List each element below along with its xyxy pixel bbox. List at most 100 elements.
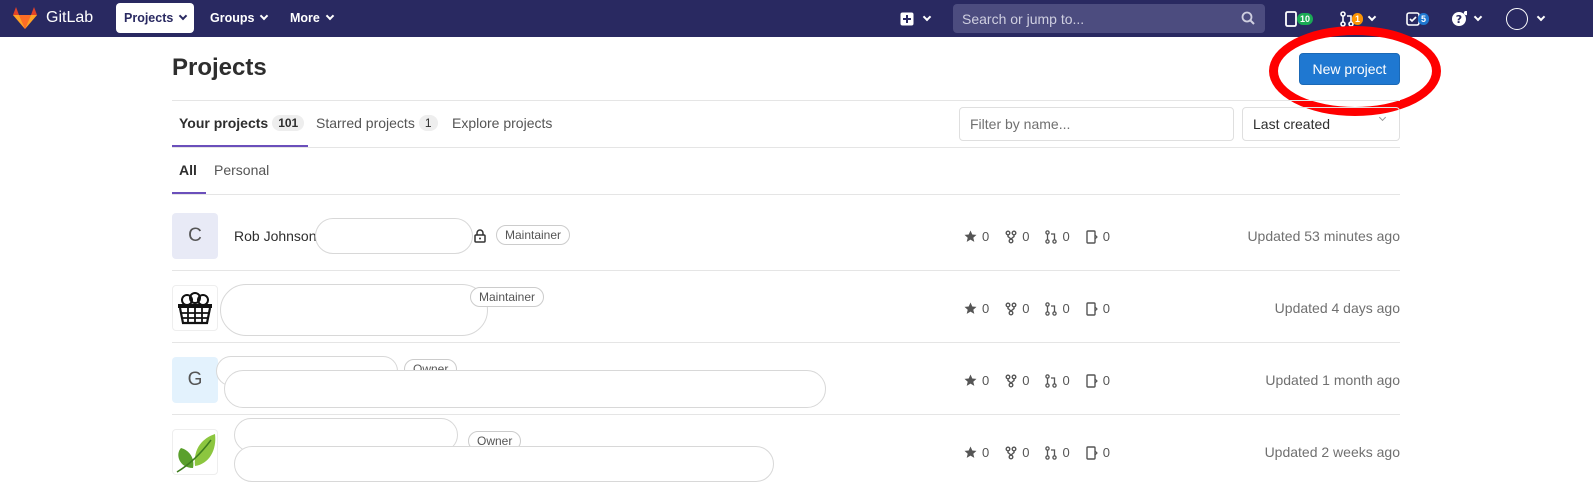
project-stats: 0 0 0 0: [964, 229, 1126, 244]
gitlab-logo-icon: [13, 7, 37, 29]
redacted-area: [220, 284, 488, 336]
forks-count: 0: [1022, 229, 1030, 244]
project-name-link[interactable]: Rob Johnson: [234, 228, 317, 244]
fork-icon: [1005, 446, 1017, 459]
nav-more-label: More: [290, 11, 320, 25]
basket-icon: [178, 292, 212, 325]
merge-requests-count-badge: 1: [1352, 12, 1364, 25]
gitlab-brand-name: GitLab: [46, 9, 94, 26]
issues-count: 0: [1102, 301, 1110, 316]
new-item-dropdown[interactable]: [900, 0, 932, 37]
page-title: Projects: [172, 54, 267, 81]
new-project-button[interactable]: New project: [1299, 53, 1400, 85]
merge-requests-count: 0: [1062, 373, 1070, 388]
star-icon: [964, 374, 977, 386]
star-icon: [964, 230, 977, 242]
merge-requests-count: 0: [1062, 445, 1070, 460]
issues-icon: [1086, 373, 1098, 388]
forks-stat[interactable]: 0: [1005, 373, 1029, 388]
tab-label: Starred projects: [316, 115, 415, 131]
stars-count: 0: [982, 445, 990, 460]
stars-count: 0: [982, 229, 990, 244]
filter-by-name-input[interactable]: Filter by name...: [959, 107, 1234, 141]
help-dropdown[interactable]: ?: [1451, 0, 1483, 37]
forks-count: 0: [1022, 373, 1030, 388]
merge-request-icon: [1045, 373, 1058, 388]
divider: [172, 194, 1400, 195]
star-icon: [964, 446, 977, 458]
forks-stat[interactable]: 0: [1005, 301, 1029, 316]
project-row: C Rob Johnson Maintainer 0 0 0 0 Updated…: [172, 200, 1400, 271]
forks-count: 0: [1022, 301, 1030, 316]
nav-more-dropdown[interactable]: More: [282, 3, 341, 33]
issues-stat[interactable]: 0: [1086, 373, 1110, 388]
merge-requests-count: 0: [1062, 301, 1070, 316]
chevron-down-icon: [1473, 12, 1483, 21]
sort-dropdown[interactable]: Last created: [1242, 107, 1400, 141]
issues-stat[interactable]: 0: [1086, 301, 1110, 316]
stars-count: 0: [982, 301, 990, 316]
nav-groups-label: Groups: [210, 11, 255, 25]
tab-explore-projects[interactable]: Explore projects: [452, 113, 552, 133]
lock-icon: [474, 229, 486, 243]
subtab-personal[interactable]: Personal: [214, 160, 269, 180]
issues-stat[interactable]: 0: [1086, 445, 1110, 460]
todos-link[interactable]: 5: [1406, 0, 1430, 37]
stars-stat[interactable]: 0: [964, 301, 989, 316]
todos-count-badge: 5: [1418, 12, 1430, 25]
merge-requests-stat[interactable]: 0: [1045, 229, 1070, 244]
nav-groups-dropdown[interactable]: Groups: [202, 3, 275, 33]
redacted-area: [315, 218, 473, 254]
chevron-down-icon: [1536, 12, 1546, 21]
issues-icon: [1086, 301, 1098, 316]
search-icon: [1241, 11, 1255, 25]
forks-stat[interactable]: 0: [1005, 229, 1029, 244]
project-stats: 0 0 0 0: [964, 445, 1126, 460]
updated-time: Updated 4 days ago: [1274, 300, 1400, 316]
project-row: Owner 0 0 0 0 Updated 2 weeks ago: [172, 416, 1400, 487]
issues-link[interactable]: 10: [1285, 0, 1314, 37]
merge-requests-stat[interactable]: 0: [1045, 445, 1070, 460]
stars-stat[interactable]: 0: [964, 445, 989, 460]
project-stats: 0 0 0 0: [964, 301, 1126, 316]
tab-starred-projects[interactable]: Starred projects 1: [316, 113, 438, 133]
chevron-down-icon: [179, 11, 188, 21]
tab-label: Your projects: [179, 115, 269, 131]
subtab-all[interactable]: All: [179, 160, 197, 180]
forks-stat[interactable]: 0: [1005, 445, 1029, 460]
project-avatar[interactable]: C: [172, 213, 218, 259]
nav-projects-dropdown[interactable]: Projects: [116, 3, 195, 33]
gitlab-home-link[interactable]: GitLab: [12, 5, 93, 31]
redacted-area: [224, 370, 826, 408]
leaf-avatar-icon[interactable]: [172, 429, 218, 475]
merge-requests-stat[interactable]: 0: [1045, 301, 1070, 316]
updated-time: Updated 53 minutes ago: [1247, 228, 1400, 244]
stars-stat[interactable]: 0: [964, 229, 989, 244]
nav-projects-label: Projects: [124, 11, 174, 25]
user-menu-dropdown[interactable]: [1506, 0, 1546, 37]
basket-avatar-icon[interactable]: [172, 285, 218, 331]
issues-count: 0: [1102, 373, 1110, 388]
project-avatar[interactable]: G: [172, 357, 218, 403]
issues-count: 0: [1102, 229, 1110, 244]
stars-count: 0: [982, 373, 990, 388]
star-icon: [964, 302, 977, 314]
merge-request-icon: [1045, 229, 1058, 244]
merge-requests-dropdown[interactable]: 1: [1340, 0, 1377, 37]
chevron-down-icon: [260, 11, 269, 21]
stars-stat[interactable]: 0: [964, 373, 989, 388]
search-placeholder: Search or jump to...: [962, 10, 1085, 27]
plus-square-icon: [900, 12, 914, 25]
tab-your-projects[interactable]: Your projects 101: [179, 113, 305, 133]
merge-requests-stat[interactable]: 0: [1045, 373, 1070, 388]
updated-time: Updated 1 month ago: [1265, 372, 1400, 388]
user-avatar: [1506, 7, 1528, 30]
tab-label: Explore projects: [452, 115, 553, 131]
project-row: G Owner 0 0 0 0 Updated 1 month ago: [172, 344, 1400, 415]
chevron-down-icon: [1378, 113, 1387, 122]
issues-stat[interactable]: 0: [1086, 229, 1110, 244]
tab-count-badge: 1: [418, 115, 438, 131]
search-input[interactable]: Search or jump to...: [953, 4, 1265, 33]
access-role-badge: Maintainer: [496, 225, 571, 245]
chevron-down-icon: [922, 12, 932, 21]
